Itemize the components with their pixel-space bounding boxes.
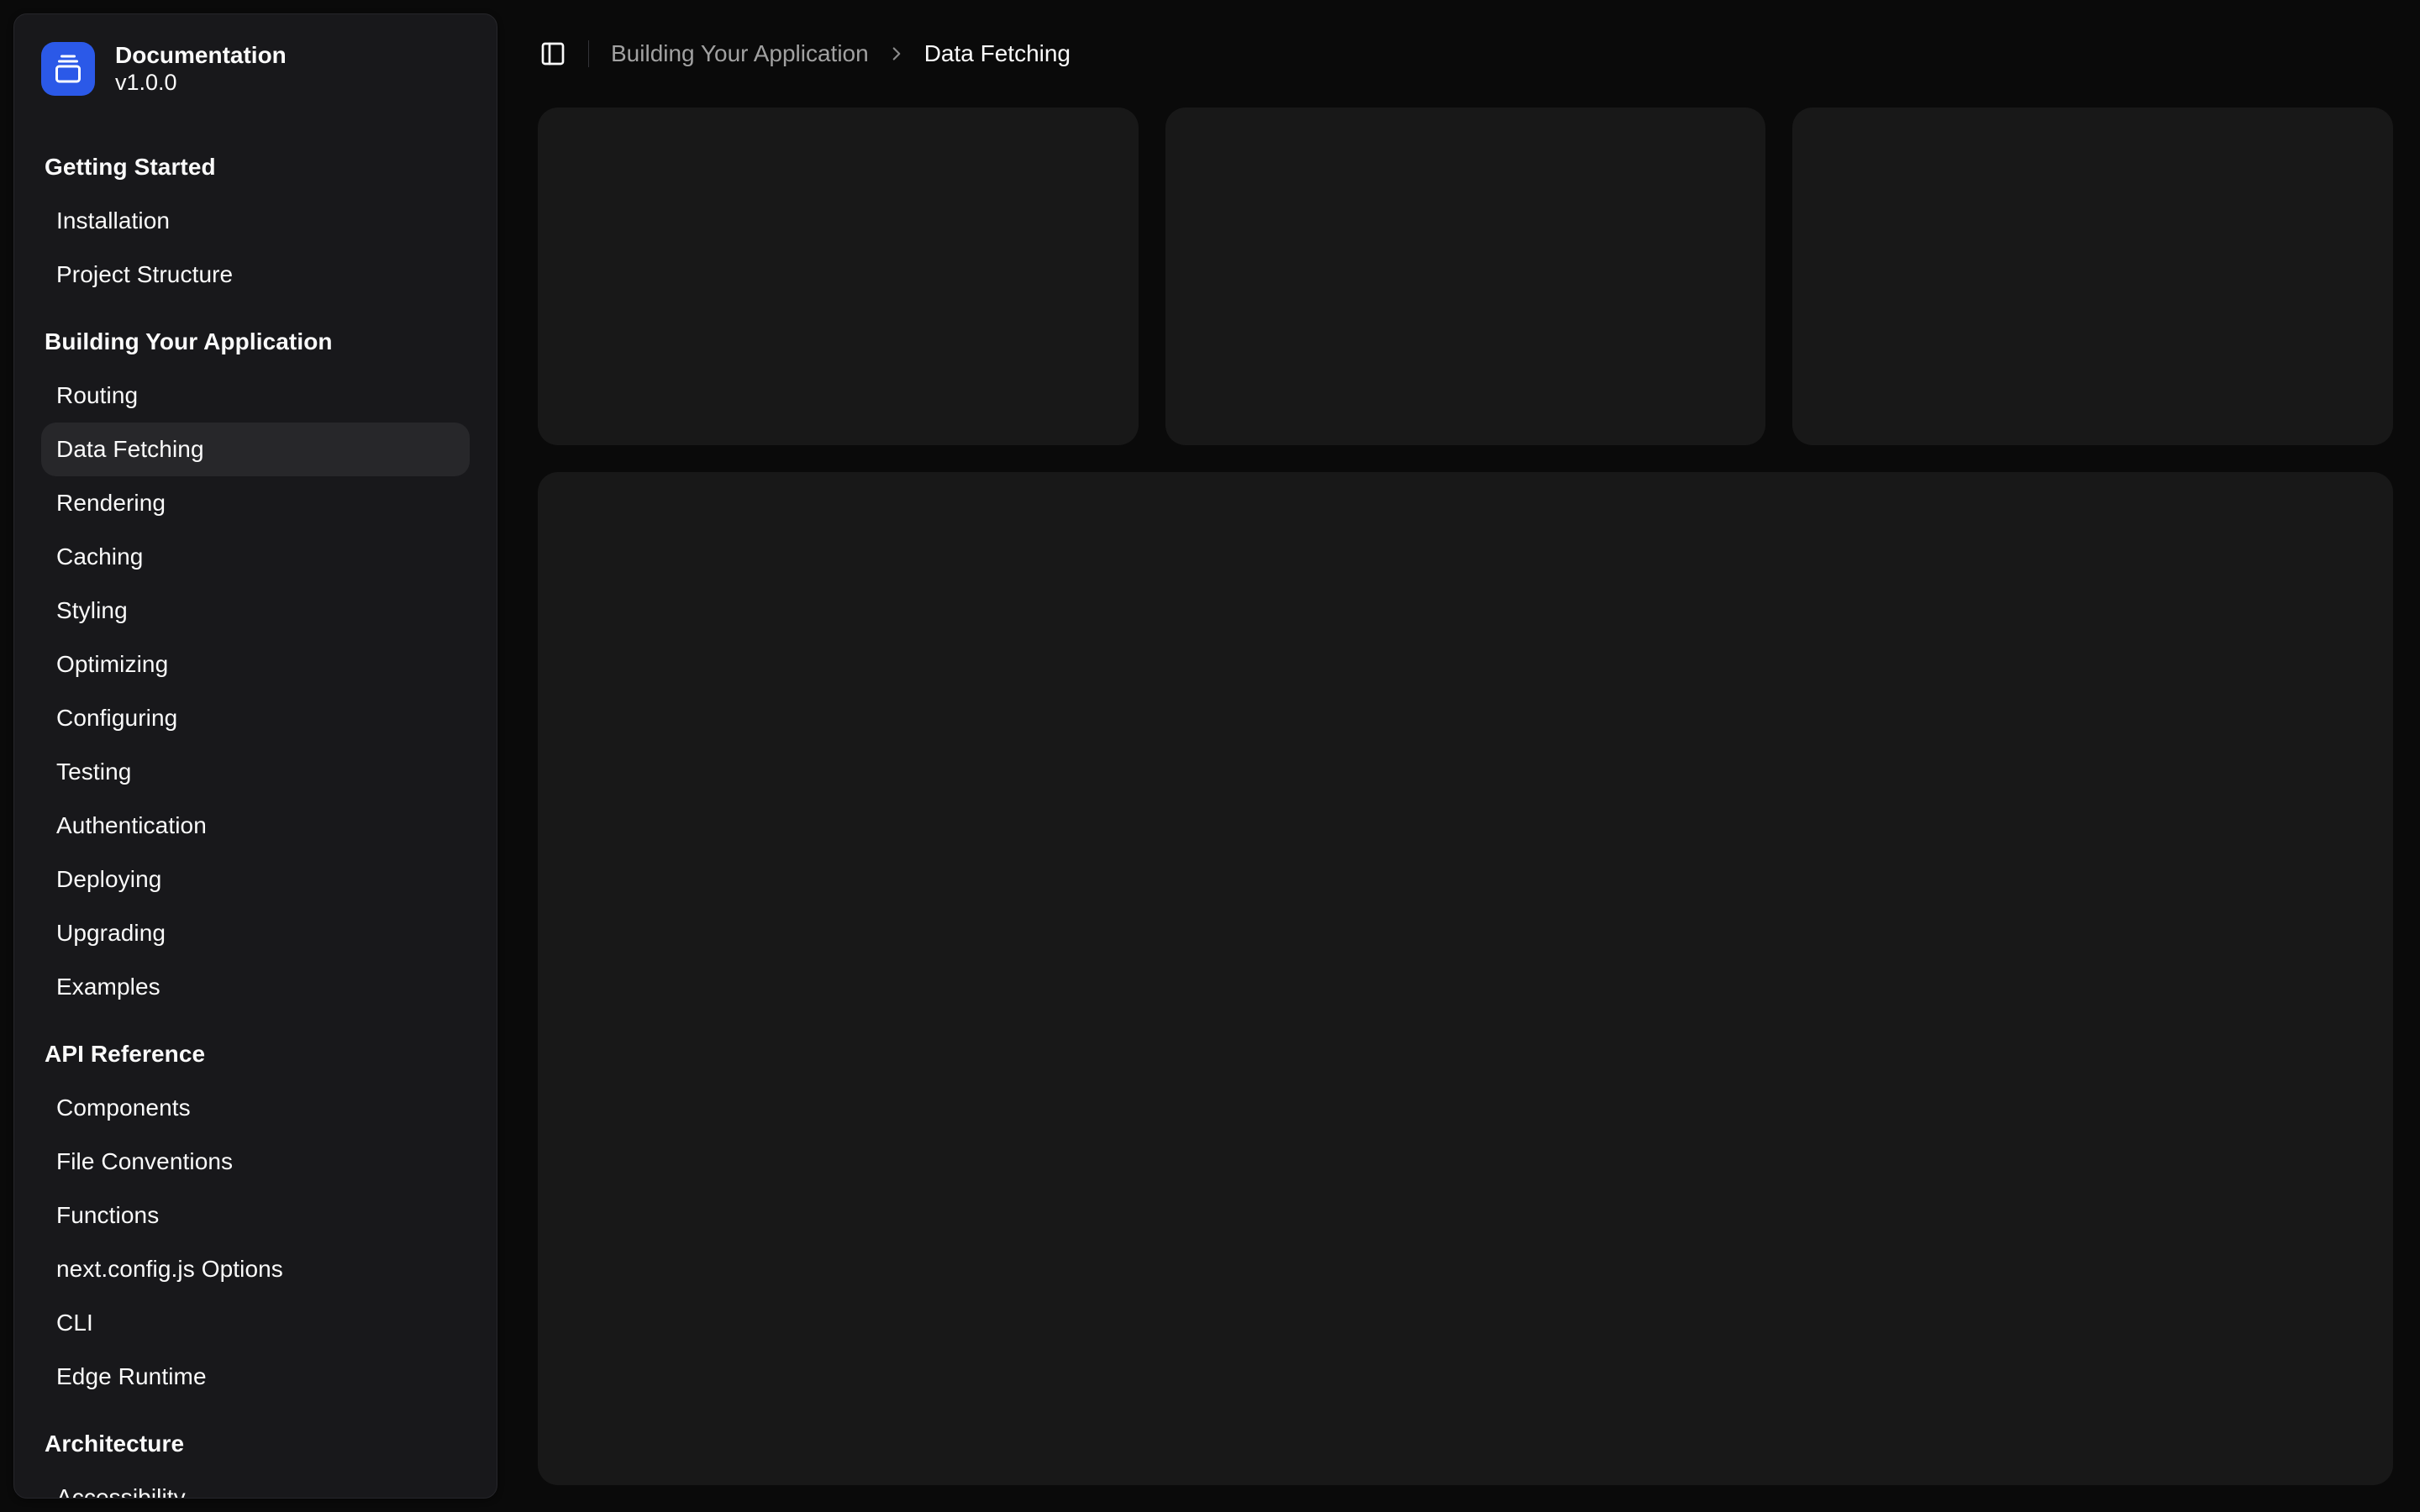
placeholder-card-large — [538, 472, 2393, 1485]
sidebar-group-label: API Reference — [41, 1027, 470, 1081]
sidebar-group: Architecture Accessibility — [28, 1417, 483, 1499]
sidebar-item-examples[interactable]: Examples — [41, 960, 470, 1014]
app-logo-button[interactable]: Documentation v1.0.0 — [28, 28, 483, 110]
sidebar-item-file-conventions[interactable]: File Conventions — [41, 1135, 470, 1189]
sidebar-item-rendering[interactable]: Rendering — [41, 476, 470, 530]
app-root: Documentation v1.0.0 Getting Started Ins… — [0, 0, 2420, 1512]
sidebar-header: Documentation v1.0.0 — [28, 28, 483, 110]
sidebar-menu: Installation Project Structure — [41, 194, 470, 302]
placeholder-card — [538, 108, 1139, 445]
sidebar-toggle-button[interactable] — [529, 30, 576, 77]
sidebar-group-label: Architecture — [41, 1417, 470, 1471]
sidebar-item-components[interactable]: Components — [41, 1081, 470, 1135]
sidebar-item-cli[interactable]: CLI — [41, 1296, 470, 1350]
header-separator — [588, 40, 589, 67]
breadcrumb-link[interactable]: Building Your Application — [611, 40, 869, 67]
sidebar-item-optimizing[interactable]: Optimizing — [41, 638, 470, 691]
gallery-vertical-end-icon — [41, 42, 95, 96]
main-header: Building Your Application Data Fetching — [511, 0, 2420, 108]
placeholder-card — [1165, 108, 1766, 445]
sidebar-item-testing[interactable]: Testing — [41, 745, 470, 799]
sidebar: Documentation v1.0.0 Getting Started Ins… — [13, 13, 497, 1499]
panel-left-icon — [539, 40, 566, 67]
breadcrumb-current-page: Data Fetching — [924, 40, 1071, 67]
sidebar-item-styling[interactable]: Styling — [41, 584, 470, 638]
sidebar-item-caching[interactable]: Caching — [41, 530, 470, 584]
main-area: Building Your Application Data Fetching — [511, 0, 2420, 1512]
sidebar-item-next-config-js-options[interactable]: next.config.js Options — [41, 1242, 470, 1296]
sidebar-item-data-fetching[interactable]: Data Fetching — [41, 423, 470, 476]
app-name: Documentation — [115, 41, 287, 69]
sidebar-item-functions[interactable]: Functions — [41, 1189, 470, 1242]
sidebar-menu: Accessibility — [41, 1471, 470, 1499]
sidebar-menu: Routing Data Fetching Rendering Caching … — [41, 369, 470, 1014]
app-version: v1.0.0 — [115, 69, 287, 97]
sidebar-item-installation[interactable]: Installation — [41, 194, 470, 248]
sidebar-nav: Getting Started Installation Project Str… — [28, 140, 483, 1499]
sidebar-item-edge-runtime[interactable]: Edge Runtime — [41, 1350, 470, 1404]
sidebar-group-label: Building Your Application — [41, 315, 470, 369]
chevron-right-icon — [886, 43, 908, 65]
sidebar-item-project-structure[interactable]: Project Structure — [41, 248, 470, 302]
sidebar-item-routing[interactable]: Routing — [41, 369, 470, 423]
sidebar-item-configuring[interactable]: Configuring — [41, 691, 470, 745]
sidebar-group: API Reference Components File Convention… — [28, 1027, 483, 1404]
placeholder-card-grid — [538, 108, 2393, 445]
sidebar-group: Getting Started Installation Project Str… — [28, 140, 483, 302]
sidebar-item-accessibility[interactable]: Accessibility — [41, 1471, 470, 1499]
sidebar-menu: Components File Conventions Functions ne… — [41, 1081, 470, 1404]
main-content — [538, 108, 2393, 1485]
app-meta: Documentation v1.0.0 — [115, 41, 287, 97]
sidebar-item-deploying[interactable]: Deploying — [41, 853, 470, 906]
sidebar-item-upgrading[interactable]: Upgrading — [41, 906, 470, 960]
sidebar-group-label: Getting Started — [41, 140, 470, 194]
breadcrumb: Building Your Application Data Fetching — [611, 40, 1071, 67]
sidebar-group: Building Your Application Routing Data F… — [28, 315, 483, 1014]
placeholder-card — [1792, 108, 2393, 445]
sidebar-item-authentication[interactable]: Authentication — [41, 799, 470, 853]
